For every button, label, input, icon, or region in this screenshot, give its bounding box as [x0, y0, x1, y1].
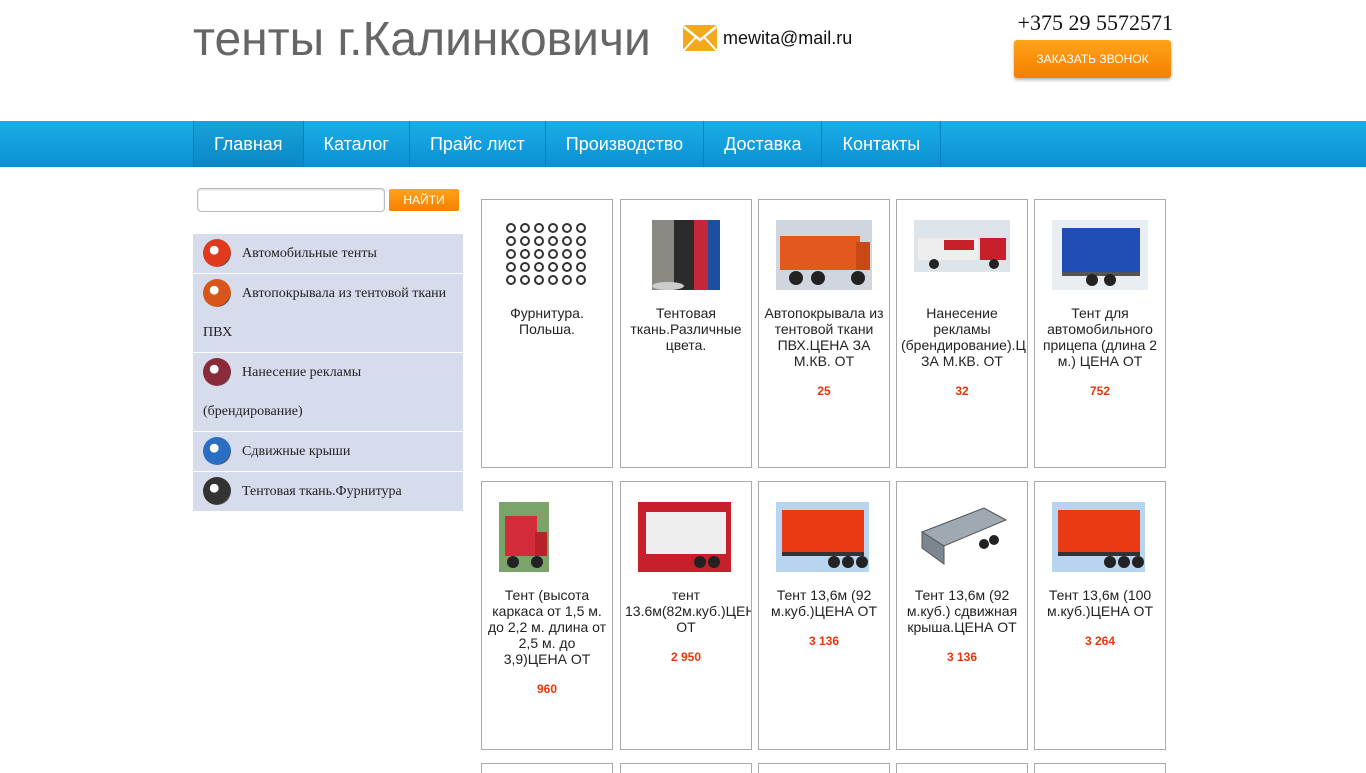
- sliding-roof-icon: [203, 436, 231, 465]
- request-call-button[interactable]: ЗАКАЗАТЬ ЗВОНОК: [1014, 40, 1171, 78]
- product-title[interactable]: Тент (высота каркаса от 1,5 м. до 2,2 м.…: [482, 587, 612, 667]
- product-card[interactable]: Нанесение рекламы (брендирование).ЦЕНА З…: [896, 199, 1028, 468]
- email-link[interactable]: mewita@mail.ru: [723, 28, 852, 49]
- nav-item[interactable]: Прайс лист: [410, 121, 546, 167]
- product-price: 3 264: [1084, 634, 1116, 648]
- site-title: тенты г.Калинковичи: [193, 13, 651, 66]
- branded-truck-icon: [203, 357, 231, 386]
- product-title[interactable]: тент 13.6м(82м.куб.)ЦЕНА ОТ: [621, 587, 751, 635]
- product-card[interactable]: Автопокрывала из тентовой ткани ПВХ.ЦЕНА…: [758, 199, 890, 468]
- product-price: 3 136: [808, 634, 840, 648]
- sidebar-item[interactable]: Тентовая ткань.Фурнитура: [193, 472, 463, 512]
- search-input[interactable]: [197, 188, 385, 212]
- product-price: 32: [955, 384, 969, 398]
- sidebar-item[interactable]: Автопокрывала из тентовой ткани ПВХ: [193, 274, 463, 353]
- white-semitrailer-image[interactable]: [621, 502, 751, 577]
- product-title[interactable]: Фурнитура. Польша.: [482, 305, 612, 337]
- main-nav: Главная Каталог Прайс лист Производство Дост…: [0, 121, 1366, 167]
- red-semitrailer-image[interactable]: [1035, 502, 1165, 577]
- sidebar-item-label: Автопокрывала из тентовой ткани ПВХ: [203, 286, 447, 340]
- product-card[interactable]: [1034, 763, 1166, 773]
- product-price: 960: [536, 682, 558, 696]
- product-card[interactable]: Тентовая ткань.Различные цвета.: [620, 199, 752, 468]
- product-price: 3 136: [946, 650, 978, 664]
- sidebar-item[interactable]: Автомобильные тенты: [193, 234, 463, 274]
- orange-dump-truck-image[interactable]: [759, 220, 889, 295]
- product-card[interactable]: Тент 13,6м (100 м.куб.)ЦЕНА ОТ 3 264: [1034, 481, 1166, 750]
- branded-truck-image[interactable]: [897, 220, 1027, 295]
- product-title[interactable]: Тентовая ткань.Различные цвета.: [621, 305, 751, 353]
- product-price: 752: [1089, 384, 1111, 398]
- product-card[interactable]: Тент 13,6м (92 м.куб.)ЦЕНА ОТ 3 136: [758, 481, 890, 750]
- fabric-rolls-image[interactable]: [621, 220, 751, 295]
- sliding-frame-image[interactable]: [897, 502, 1027, 577]
- product-price: 25: [817, 384, 831, 398]
- product-title[interactable]: Тент 13,6м (92 м.куб.) сдвижная крыша.ЦЕ…: [897, 587, 1027, 635]
- search-button[interactable]: НАЙТИ: [389, 189, 459, 211]
- product-title[interactable]: Автопокрывала из тентовой ткани ПВХ.ЦЕНА…: [759, 305, 889, 369]
- mail-icon: [683, 25, 717, 51]
- product-title[interactable]: Тент 13,6м (92 м.куб.)ЦЕНА ОТ: [759, 587, 889, 619]
- product-card[interactable]: [896, 763, 1028, 773]
- product-card[interactable]: [758, 763, 890, 773]
- sidebar-item[interactable]: Нанесение рекламы (брендирование): [193, 353, 463, 432]
- category-sidebar: Автомобильные тенты Автопокрывала из тент…: [193, 234, 463, 512]
- phone-number: +375 29 5572571: [1017, 10, 1173, 35]
- product-card[interactable]: Тент для автомобильного прицепа (длина 2…: [1034, 199, 1166, 468]
- nav-item[interactable]: Главная: [194, 121, 304, 167]
- red-semitrailer-image[interactable]: [759, 502, 889, 577]
- blue-trailer-image[interactable]: [1035, 220, 1165, 295]
- sidebar-item-label: Тентовая ткань.Фурнитура: [242, 484, 402, 499]
- product-card[interactable]: Фурнитура. Польша.: [481, 199, 613, 468]
- nav-items: Главная Каталог Прайс лист Производство Дост…: [193, 121, 942, 167]
- sidebar-item-label: Сдвижные крыши: [242, 444, 351, 459]
- product-card[interactable]: тент 13.6м(82м.куб.)ЦЕНА ОТ 2 950: [620, 481, 752, 750]
- fittings-image[interactable]: [482, 220, 612, 295]
- nav-item[interactable]: Контакты: [822, 121, 942, 167]
- product-title[interactable]: Нанесение рекламы (брендирование).ЦЕНА З…: [897, 305, 1027, 369]
- red-truck-icon: [203, 238, 231, 267]
- orange-truck-icon: [203, 278, 231, 307]
- red-van-image[interactable]: [482, 502, 612, 577]
- product-card[interactable]: [481, 763, 613, 773]
- fabric-roll-icon: [203, 476, 231, 505]
- header: тенты г.Калинковичи mewita@mail.ru +375 …: [0, 0, 1366, 121]
- product-title[interactable]: Тент для автомобильного прицепа (длина 2…: [1035, 305, 1165, 369]
- product-card[interactable]: [620, 763, 752, 773]
- sidebar-item-label: Автомобильные тенты: [242, 246, 377, 261]
- product-card[interactable]: Тент (высота каркаса от 1,5 м. до 2,2 м.…: [481, 481, 613, 750]
- sidebar-item[interactable]: Сдвижные крыши: [193, 432, 463, 472]
- product-title[interactable]: Тент 13,6м (100 м.куб.)ЦЕНА ОТ: [1035, 587, 1165, 619]
- product-card[interactable]: Тент 13,6м (92 м.куб.) сдвижная крыша.ЦЕ…: [896, 481, 1028, 750]
- nav-item[interactable]: Производство: [546, 121, 705, 167]
- product-price: 2 950: [670, 650, 702, 664]
- nav-item[interactable]: Доставка: [704, 121, 823, 167]
- nav-item[interactable]: Каталог: [304, 121, 410, 167]
